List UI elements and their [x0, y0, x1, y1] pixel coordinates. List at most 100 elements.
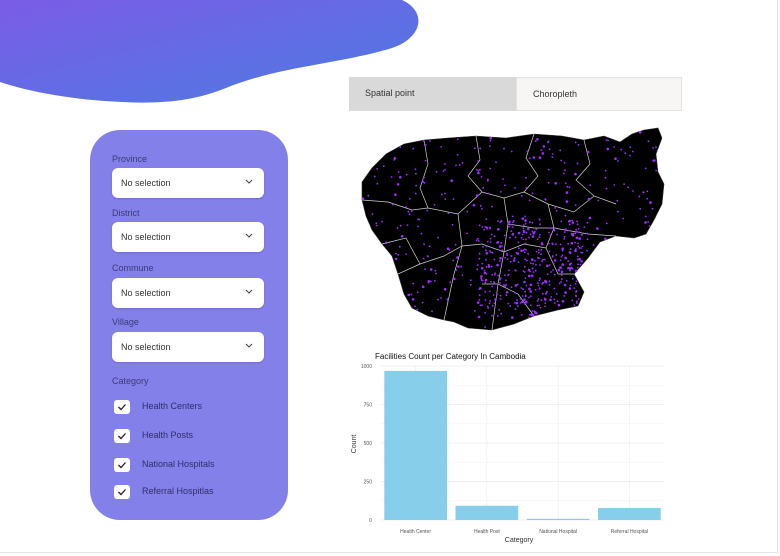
- y-tick-label: 750: [364, 403, 373, 409]
- facility-point: [575, 228, 578, 231]
- facility-point: [485, 258, 487, 261]
- tab-choropleth[interactable]: Choropleth: [516, 77, 682, 111]
- facility-point: [577, 263, 579, 266]
- facility-point: [484, 326, 486, 328]
- health-centers-checkbox[interactable]: [114, 400, 130, 414]
- facility-point: [523, 251, 526, 254]
- facility-point: [437, 236, 439, 239]
- facility-point: [560, 220, 563, 223]
- facility-point: [490, 265, 493, 268]
- facility-point: [563, 231, 566, 233]
- category-option-national-hospitals[interactable]: National Hospitals: [114, 458, 264, 474]
- tab-spatial-point[interactable]: Spatial point: [349, 77, 516, 111]
- facility-point: [513, 257, 516, 259]
- province-select[interactable]: No selection: [112, 168, 264, 198]
- chevron-down-icon: [245, 289, 253, 294]
- facility-point: [527, 268, 531, 272]
- chart-bars: [384, 370, 661, 520]
- facility-point: [514, 291, 517, 294]
- facility-point: [483, 269, 486, 272]
- facility-point: [563, 295, 566, 297]
- facility-point: [469, 283, 472, 286]
- national-hospitals-checkbox[interactable]: [114, 458, 130, 472]
- district-select[interactable]: No selection: [112, 222, 264, 252]
- facilities-bar-chart: Facilities Count per Category In Cambodi…: [351, 352, 665, 544]
- facility-point: [555, 210, 558, 212]
- facility-point: [390, 176, 393, 178]
- facility-point: [549, 227, 551, 230]
- facility-point: [550, 271, 552, 273]
- facility-point: [500, 219, 503, 222]
- facility-point: [496, 263, 499, 267]
- facility-point: [407, 210, 410, 213]
- facility-point: [561, 300, 565, 303]
- facility-point: [559, 243, 562, 246]
- facility-point: [478, 224, 481, 227]
- facility-point: [508, 269, 510, 272]
- facility-point: [565, 191, 569, 194]
- facility-point: [497, 228, 500, 231]
- facility-point: [605, 222, 608, 225]
- facility-point: [524, 258, 527, 261]
- facility-point: [435, 272, 437, 275]
- village-select[interactable]: No selection: [112, 332, 264, 362]
- facility-point: [564, 214, 567, 217]
- facility-point: [475, 239, 478, 242]
- facility-point-map[interactable]: [358, 124, 670, 334]
- facility-point: [517, 231, 521, 235]
- facility-point: [397, 253, 400, 256]
- facility-point: [537, 298, 540, 301]
- facility-point: [564, 169, 566, 172]
- facility-point: [589, 184, 592, 186]
- facility-point: [440, 146, 443, 148]
- facility-point: [410, 293, 413, 296]
- facility-point: [586, 150, 590, 154]
- health-posts-checkbox[interactable]: [114, 429, 130, 443]
- facility-point: [568, 263, 572, 266]
- facility-point: [522, 288, 524, 290]
- facility-point: [478, 257, 481, 260]
- facility-point: [424, 144, 427, 146]
- facility-point: [441, 193, 443, 196]
- facility-point: [422, 140, 425, 142]
- facility-point: [421, 285, 425, 289]
- facility-point: [511, 215, 514, 218]
- facility-point: [574, 172, 577, 176]
- facility-point: [452, 259, 455, 262]
- commune-select[interactable]: No selection: [112, 278, 264, 308]
- facility-point: [622, 217, 625, 220]
- facility-point: [478, 288, 481, 290]
- facility-point: [532, 156, 536, 159]
- bar: [455, 505, 519, 520]
- facility-point: [545, 264, 549, 268]
- facility-point: [506, 254, 509, 257]
- facility-point: [485, 218, 488, 221]
- facility-point: [540, 253, 542, 256]
- facility-point: [613, 146, 615, 148]
- facility-point: [477, 169, 480, 172]
- category-option-health-centers[interactable]: Health Centers: [114, 400, 264, 416]
- facility-point: [489, 227, 492, 230]
- category-option-referral-hospitals[interactable]: Referral Hospitlas: [114, 485, 264, 501]
- bar: [384, 370, 447, 520]
- facility-point: [563, 237, 566, 240]
- facility-point: [484, 290, 487, 293]
- facility-point: [524, 219, 527, 222]
- facility-point: [551, 255, 554, 257]
- referral-hospitals-checkbox[interactable]: [114, 485, 130, 499]
- facility-point: [644, 215, 647, 218]
- facility-point: [574, 232, 577, 235]
- facility-point: [568, 251, 571, 254]
- category-option-health-posts[interactable]: Health Posts: [114, 429, 264, 445]
- y-axis-title: Count: [351, 435, 358, 454]
- facility-point: [412, 282, 415, 285]
- facility-point: [500, 312, 503, 315]
- facility-point: [605, 139, 608, 141]
- facility-point: [509, 260, 512, 263]
- facility-point: [555, 243, 557, 245]
- facility-point: [614, 157, 617, 160]
- facility-point: [500, 191, 502, 193]
- facility-point: [627, 186, 630, 189]
- facility-point: [421, 301, 424, 304]
- facility-point: [565, 280, 568, 282]
